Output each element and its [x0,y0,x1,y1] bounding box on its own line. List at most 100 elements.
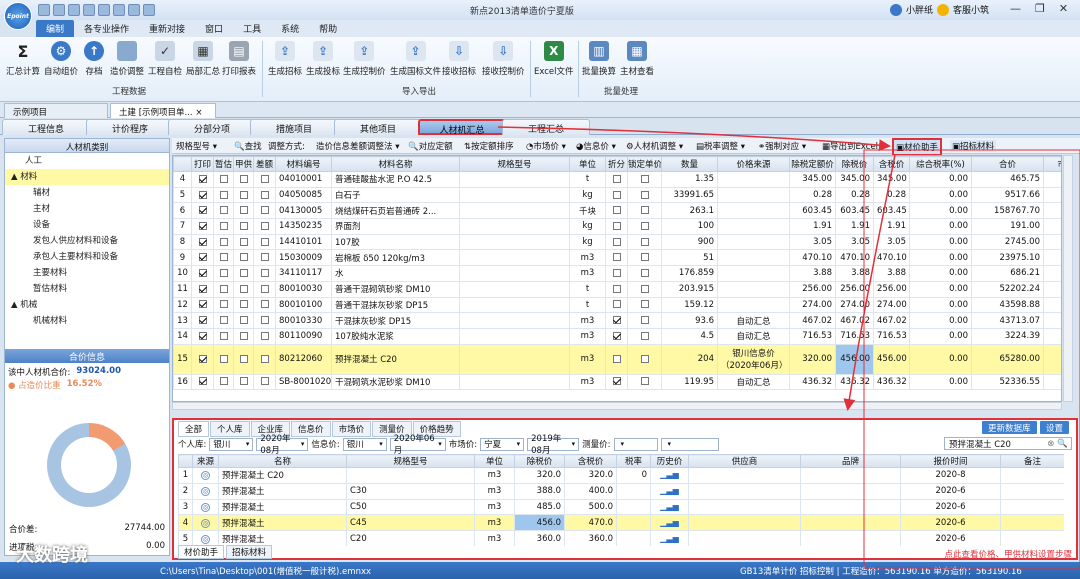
table-row[interactable]: 12 80010100 普通干混抹灰砂浆 DP15 t 159.12 274.00 274.… [173,296,1061,314]
grid-cell[interactable]: 预拌混凝土 [218,498,347,516]
grid-cell[interactable]: 345.00 [835,171,874,188]
grid-cell[interactable]: 水 [331,265,460,282]
grid-cell[interactable]: 388.0 [514,482,565,500]
info-city-select[interactable]: 银川 [342,437,387,451]
table-row[interactable]: 11 80010030 普通干混砌筑砂浆 DM10 t 203.915 256.00 256… [173,280,1061,298]
grid-cell[interactable] [616,514,651,532]
print-report-button[interactable]: ▤ 打印报表 [222,41,256,77]
checkbox-icon[interactable] [260,316,269,325]
checkbox-icon[interactable] [612,253,621,262]
grid-cell[interactable]: 04130005 [275,202,332,220]
grid-cell[interactable]: 65280.00 [971,343,1044,375]
grid-cell[interactable]: 自动汇总 [717,373,790,391]
grid-cell[interactable] [459,296,570,314]
split-checkbox[interactable] [605,171,628,188]
table-row[interactable]: 8 14410101 107胶 kg 900 3.05 3.05 3.05 0.00 2745.0… [173,233,1061,251]
grid-cell[interactable]: kg [569,218,606,235]
grid-cell[interactable]: 0.00 [909,280,972,298]
grid-cell[interactable]: 80010100 [275,296,332,314]
receive-tender-button[interactable]: ⇩ 接收招标 [442,41,476,77]
grid-cell[interactable]: 4 [178,514,193,532]
checkbox-icon[interactable] [239,300,248,309]
col-owner-supplied[interactable]: 甲供 [233,156,254,172]
checkbox-icon[interactable] [640,253,649,262]
grid-cell[interactable]: 银川信息价（2020年06月） [717,343,790,375]
grid-cell[interactable] [459,202,570,220]
grid-cell[interactable]: m3 [474,530,515,546]
checkbox-icon[interactable] [640,174,649,183]
grid-cell[interactable] [616,482,651,500]
search-icon[interactable]: 🔍 [1057,439,1068,449]
grid-cell[interactable]: 15030009 [275,249,332,267]
owner-supplied-checkbox[interactable] [233,202,254,220]
grid-cell[interactable]: 3.05 [873,233,910,251]
grid-cell[interactable]: 34110117 [275,265,332,282]
grid-cell[interactable]: 320.00 [789,343,836,375]
owner-supplied-checkbox[interactable] [233,218,254,235]
col-net-price[interactable]: 除税价 [835,156,874,172]
grid-cell[interactable]: 500.0 [564,498,617,516]
difference-checkbox[interactable] [253,218,276,235]
close-icon[interactable]: × [195,108,202,118]
trend-chart-icon[interactable]: ▁▃▅ [660,486,678,495]
difference-checkbox[interactable] [253,296,276,314]
table-row[interactable]: 9 15030009 岩棉板 δ50 120kg/m3 m3 51 470.10 470.1… [173,249,1061,267]
grid-cell[interactable]: 456.00 [873,343,910,375]
difference-checkbox[interactable] [253,327,276,345]
restore-icon[interactable]: ❐ [1035,2,1045,15]
tab-price-assistant[interactable]: 材价助手 [178,545,225,559]
grid-cell[interactable]: 80110090 [275,327,332,345]
table-row[interactable]: 15 80212060 预拌混凝土 C20 m3 204 银川信息价（2020年06月） 3… [173,343,1061,375]
provisional-checkbox[interactable] [213,186,234,204]
grid-cell[interactable]: 1 [178,467,193,484]
checkbox-icon[interactable] [612,331,621,340]
list-item[interactable]: 2 ◎ 预拌混凝土 C30 m3 388.0 400.0 ▁▃▅ 2020-6 [178,482,1064,500]
tree-item-equipment[interactable]: 设备 [5,217,169,233]
table-row[interactable]: 7 14350235 界面剂 kg 100 1.91 1.91 1.91 0.00 191.00 [173,218,1061,235]
checkbox-icon[interactable] [239,377,248,386]
tab-pricing-procedure[interactable]: 计价程序 [86,119,174,135]
checkbox-icon[interactable] [219,377,228,386]
grid-cell[interactable] [717,218,790,235]
gen-bid-button[interactable]: ⇪ 生成投标 [306,41,340,77]
list-item[interactable]: 1 ◎ 预拌混凝土 C20 m3 320.0 320.0 0 ▁▃▅ 2020-8 [178,467,1064,484]
checkbox-icon[interactable] [219,316,228,325]
grid-cell[interactable]: 256.00 [873,280,910,298]
menu-specialty[interactable]: 各专业操作 [74,20,139,37]
redo-icon[interactable] [143,4,155,16]
grid-cell[interactable]: 900 [661,233,718,251]
owner-supplied-checkbox[interactable] [233,186,254,204]
tree-item-main-material[interactable]: 主材 [5,201,169,217]
checkbox-icon[interactable] [612,284,621,293]
grid-cell[interactable]: m3 [474,482,515,500]
print-checkbox[interactable] [191,327,214,345]
grid-cell[interactable] [616,498,651,516]
checkbox-icon[interactable] [640,268,649,277]
survey-select-a[interactable] [613,437,658,451]
tender-material-button[interactable]: ▣招标材料 [950,140,997,152]
grid-cell[interactable]: 1.91 [789,218,836,235]
grid-cell[interactable]: 52202.24 [971,280,1044,298]
grid-cell[interactable]: 7 [173,218,192,235]
checkbox-icon[interactable] [612,354,621,363]
grid-cell[interactable] [1043,171,1061,188]
checkbox-icon[interactable] [260,190,269,199]
lock-price-checkbox[interactable] [627,249,662,267]
grid-cell[interactable] [688,514,801,532]
tree-item-major-material[interactable]: 主要材料 [5,265,169,281]
col-tax-rate[interactable]: 综合税率(%) [909,156,972,172]
grid-cell[interactable]: 0.00 [909,265,972,282]
owner-supplied-checkbox[interactable] [233,265,254,282]
grid-cell[interactable]: 1.91 [835,218,874,235]
grid-cell[interactable]: 119.95 [661,373,718,391]
grid-cell[interactable]: 9 [173,249,192,267]
grid-cell[interactable]: t [569,171,606,188]
table-row[interactable]: 10 34110117 水 m3 176.859 3.88 3.88 3.88 0.00 686.… [173,265,1061,282]
grid-cell[interactable] [346,467,475,484]
tab-tender-material[interactable]: 招标材料 [226,545,273,559]
grid-cell[interactable] [800,467,901,484]
list-item[interactable]: 5 ◎ 预拌混凝土 C20 m3 360.0 360.0 ▁▃▅ 2020-6 [178,530,1064,546]
grid-cell[interactable]: m3 [569,312,606,329]
split-checkbox[interactable] [605,218,628,235]
grid-cell[interactable]: 0.00 [909,218,972,235]
